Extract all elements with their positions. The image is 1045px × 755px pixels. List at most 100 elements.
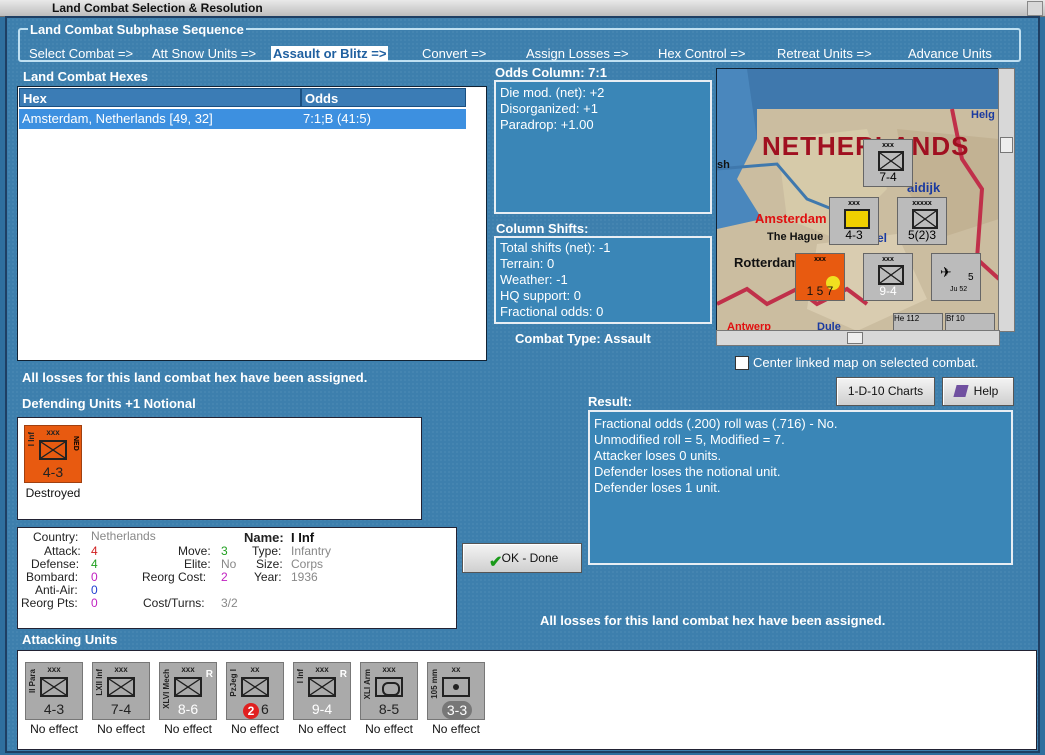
infantry-icon <box>107 677 135 697</box>
shifts-title: Column Shifts: <box>496 221 589 236</box>
unit-strength: 4-3 <box>43 701 65 717</box>
infantry-icon <box>39 440 67 460</box>
map-counter-strength: 1 5 7 <box>806 284 834 298</box>
map-counter-name: He 112 <box>894 314 920 323</box>
window-title: Land Combat Selection & Resolution <box>52 1 263 15</box>
hex-row-odds: 7:1;B (41:5) <box>303 111 371 126</box>
infantry-icon <box>878 151 904 171</box>
map-counter-size: xxx <box>848 200 860 207</box>
bombard-label: Bombard: <box>26 570 79 584</box>
defender-counter[interactable]: xxx I Inf NED 4-3 <box>24 425 82 483</box>
map-counter[interactable]: xxx 9-4 <box>863 253 913 301</box>
seq-convert[interactable]: Convert => <box>422 46 486 61</box>
map-label-helg: Helg <box>971 109 995 121</box>
unit-year-label: Year: <box>254 570 282 584</box>
shift-line: Weather: -1 <box>500 272 568 287</box>
marker-2-icon: 2 <box>243 703 259 719</box>
attacker-counter[interactable]: xxx I Inf R 9-4 <box>293 662 351 720</box>
artillery-icon <box>442 677 470 697</box>
unit-year-value: 1936 <box>291 570 318 584</box>
map-horizontal-scrollbar[interactable] <box>716 330 1000 346</box>
paratrooper-icon <box>844 209 870 229</box>
combat-type: Combat Type: Assault <box>515 331 651 346</box>
odds-panel: Die mod. (net): +2 Disorganized: +1 Para… <box>494 80 712 214</box>
unit-strength: 8-6 <box>177 701 199 717</box>
odds-title: Odds Column: 7:1 <box>495 65 607 80</box>
center-linked-checkbox[interactable] <box>735 356 749 370</box>
unit-name: LXII Inf <box>95 669 104 696</box>
map-counter-size: xxxxx <box>912 200 932 207</box>
map-counter[interactable]: xxxxx 5(2)3 <box>897 197 947 245</box>
attacker-counter[interactable]: xx PzJeg I 2 6 <box>226 662 284 720</box>
hex-row[interactable]: Amsterdam, Netherlands [49, 32] 7:1;B (4… <box>19 109 466 129</box>
seq-advance-units[interactable]: Advance Units <box>908 46 992 61</box>
anti-tank-icon <box>241 677 269 697</box>
map-vertical-scrollbar[interactable] <box>998 68 1015 332</box>
country-value: Netherlands <box>91 529 156 543</box>
unit-type-value: Infantry <box>291 544 332 558</box>
map-hscroll-thumb[interactable] <box>847 332 863 344</box>
elite-label: Elite: <box>184 557 211 571</box>
map-counter-size: xxx <box>814 256 826 263</box>
unit-name: XLI Arm <box>363 669 372 700</box>
charts-button[interactable]: 1-D-10 Charts <box>836 377 935 406</box>
infantry-icon <box>878 265 904 285</box>
title-bar: Land Combat Selection & Resolution <box>0 0 1045 17</box>
map-counter[interactable]: xxx 7-4 <box>863 139 913 187</box>
odds-line: Die mod. (net): +2 <box>500 85 605 100</box>
unit-details-panel <box>17 527 457 629</box>
seq-assign-losses[interactable]: Assign Losses => <box>526 46 629 61</box>
unit-type-label: Type: <box>252 544 282 558</box>
close-window-button[interactable] <box>1027 1 1043 16</box>
seq-att-snow-units[interactable]: Att Snow Units => <box>152 46 256 61</box>
attacker-status: No effect <box>164 722 212 736</box>
seq-assault-or-blitz[interactable]: Assault or Blitz => <box>271 46 389 61</box>
country-label: Country: <box>33 530 79 544</box>
attacker-counter[interactable]: xx 105 mm 3-3 <box>427 662 485 720</box>
unit-strength: 4-3 <box>42 464 64 480</box>
seq-select-combat[interactable]: Select Combat => <box>29 46 133 61</box>
map-counter-air[interactable]: ✈ Ju 52 5 <box>931 253 981 301</box>
result-title: Result: <box>588 394 633 409</box>
elite-value: No <box>221 557 237 571</box>
map-counter-strength: 4-3 <box>845 228 863 242</box>
losses-message: All losses for this land combat hex have… <box>22 370 368 385</box>
unit-strength: 9-4 <box>311 701 333 717</box>
seq-retreat-units[interactable]: Retreat Units => <box>777 46 872 61</box>
unit-name: PzJeg I <box>229 669 238 697</box>
attacker-status: No effect <box>432 722 480 736</box>
attacker-status: No effect <box>30 722 78 736</box>
move-label: Move: <box>178 544 211 558</box>
unit-size-value: Corps <box>291 557 324 571</box>
attacker-counter[interactable]: xxx XLI Arm 8-5 <box>360 662 418 720</box>
result-line: Defender loses 1 unit. <box>594 480 721 495</box>
map-counter-strength: 7-4 <box>879 170 897 184</box>
unit-name: II Para <box>28 669 37 694</box>
map-vscroll-thumb[interactable] <box>1000 137 1013 153</box>
attacker-counter[interactable]: xxx LXII Inf 7-4 <box>92 662 150 720</box>
ok-done-button[interactable]: ✔ OK - Done <box>462 543 582 573</box>
map-counter[interactable]: xxx 4-3 <box>829 197 879 245</box>
map-counter-defender[interactable]: xxx 1 5 7 <box>795 253 845 301</box>
unit-name: 105 mm <box>430 669 439 699</box>
seq-hex-control[interactable]: Hex Control => <box>658 46 745 61</box>
reorg-cost-label: Reorg Cost: <box>142 570 207 584</box>
attacker-counter[interactable]: xxx II Para 4-3 <box>25 662 83 720</box>
mech-icon <box>912 209 938 229</box>
attacker-status: No effect <box>97 722 145 736</box>
col-header-odds[interactable]: Odds <box>301 88 466 107</box>
defender-status: Destroyed <box>25 486 81 500</box>
col-header-hex[interactable]: Hex <box>19 88 301 107</box>
help-button[interactable]: Help <box>942 377 1014 406</box>
defense-value: 4 <box>91 557 98 571</box>
unit-name: I Inf <box>296 669 305 684</box>
attacker-counter[interactable]: xxx XLVI Mech R 8-6 <box>159 662 217 720</box>
shift-line: Fractional odds: 0 <box>500 304 604 319</box>
unit-strength: 8-5 <box>378 701 400 717</box>
odds-line: Disorganized: +1 <box>500 101 598 116</box>
attacker-status: No effect <box>298 722 346 736</box>
bombard-value: 0 <box>91 570 98 584</box>
linked-map[interactable]: NETHERLANDS Amsterdam The Hague Rotterda… <box>716 68 1000 332</box>
map-counter-strength: 5(2)3 <box>907 228 936 242</box>
shift-line: Total shifts (net): -1 <box>500 240 611 255</box>
